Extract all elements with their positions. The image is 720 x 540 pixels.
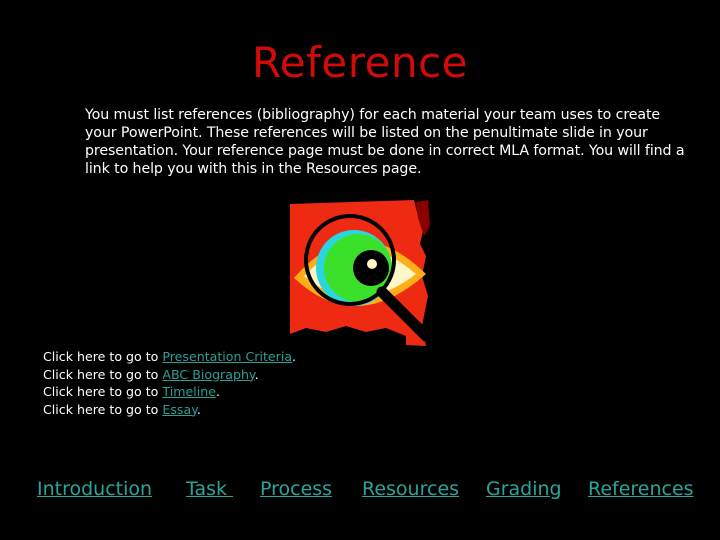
abc-biography-link[interactable]: ABC Biography [162, 367, 254, 382]
link-prefix: Click here to go to [43, 366, 163, 382]
nav-process[interactable]: Process [260, 478, 332, 500]
slide-title: Reference [252, 38, 468, 87]
intro-paragraph: You must list references (bibliography) … [85, 107, 685, 177]
link-prefix: Click here to go to [43, 384, 163, 399]
quick-links: Click here to go to Presentation Criteri… [43, 348, 296, 418]
nav-grading[interactable]: Grading [486, 478, 562, 500]
eye-magnifying-glass-icon [290, 200, 432, 348]
nav-references[interactable]: References [588, 478, 694, 500]
essay-link[interactable]: Essay [162, 402, 196, 417]
link-prefix: Click here to go to [43, 401, 163, 417]
link-row: Click here to go to Timeline. [43, 383, 296, 401]
nav-task[interactable]: Task [186, 478, 233, 500]
presentation-criteria-link[interactable]: Presentation Criteria [162, 349, 292, 364]
link-row: Click here to go to ABC Biography. [43, 366, 296, 384]
nav-resources[interactable]: Resources [362, 478, 459, 500]
nav-introduction[interactable]: Introduction [37, 478, 152, 500]
link-row: Click here to go to Essay. [43, 401, 296, 419]
timeline-link[interactable]: Timeline [162, 384, 216, 399]
link-suffix: . [196, 401, 201, 417]
link-prefix: Click here to go to [43, 349, 163, 364]
link-row: Click here to go to Presentation Criteri… [43, 348, 296, 366]
link-suffix: . [254, 366, 259, 382]
link-suffix: . [292, 349, 297, 364]
link-suffix: . [215, 384, 220, 399]
